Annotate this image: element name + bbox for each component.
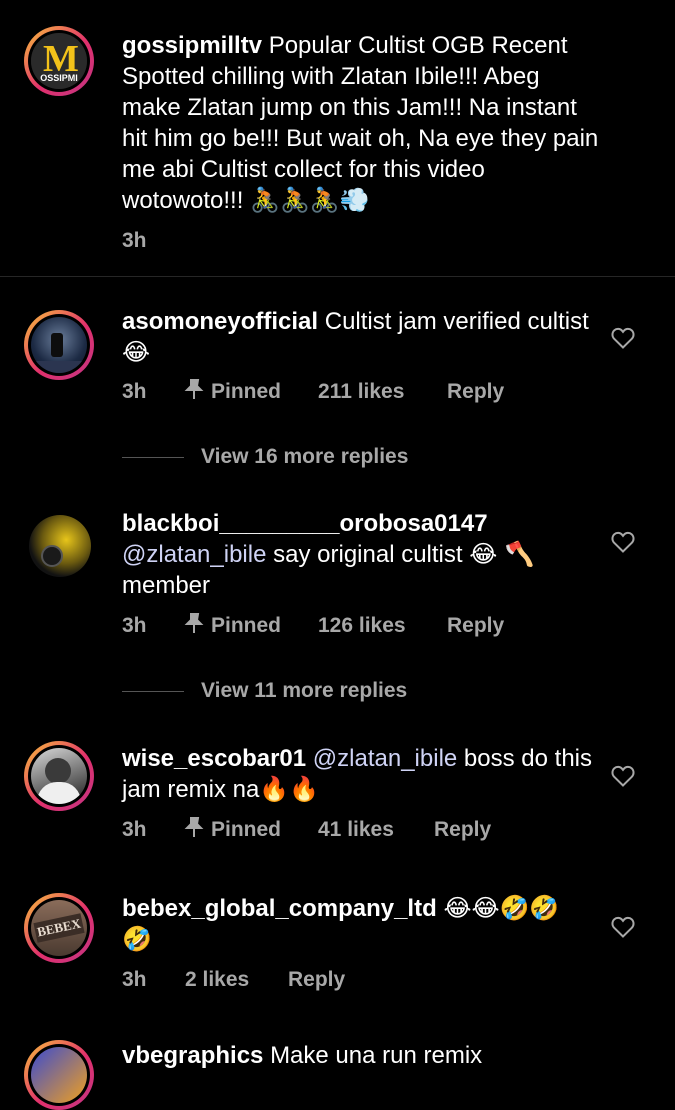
likes-count[interactable]: 126 likes — [318, 611, 406, 641]
comment-username[interactable]: blackboi_________orobosa0147 — [122, 510, 488, 537]
comment-time: 3h — [122, 380, 147, 403]
comment-text: asomoneyofficial Cultist jam verified cu… — [122, 308, 589, 366]
comment-text: vbegraphics Make una run remix — [122, 1042, 483, 1069]
likes-count[interactable]: 2 likes — [185, 965, 249, 995]
pinned-label: Pinned — [211, 614, 282, 637]
likes-count[interactable]: 211 likes — [318, 377, 404, 407]
caption-divider — [0, 276, 675, 277]
reply-button[interactable]: Reply — [288, 965, 345, 995]
caption-avatar[interactable]: M OSSIPMI — [24, 26, 94, 96]
reply-button[interactable]: Reply — [447, 377, 504, 407]
comment-username[interactable]: wise_escobar01 — [122, 745, 306, 772]
comment-username[interactable]: asomoneyofficial — [122, 308, 318, 335]
mention-link[interactable]: @zlatan_ibile — [313, 745, 457, 772]
like-heart-icon[interactable] — [611, 765, 635, 787]
pin-icon — [184, 612, 204, 643]
pin-icon — [184, 378, 204, 409]
reply-button[interactable]: Reply — [434, 815, 491, 845]
comment-avatar[interactable] — [24, 1040, 94, 1110]
comment-username[interactable]: bebex_global_company_ltd — [122, 895, 437, 922]
comment-time: 3h — [122, 614, 147, 637]
caption-emojis: 🚴🚴🚴💨 — [250, 186, 370, 214]
comment-avatar[interactable] — [24, 310, 94, 380]
pinned-label: Pinned — [211, 818, 282, 841]
comment-username[interactable]: vbegraphics — [122, 1042, 263, 1069]
view-more-replies[interactable]: View 11 more replies — [122, 676, 442, 706]
comment-time: 3h — [122, 968, 147, 991]
caption-time: 3h — [122, 229, 147, 252]
view-more-replies[interactable]: View 16 more replies — [122, 442, 442, 472]
reply-button[interactable]: Reply — [447, 611, 504, 641]
comment-avatar[interactable]: BEBEX — [24, 893, 94, 963]
comment-time: 3h — [122, 818, 147, 841]
gossipmill-logo: M OSSIPMI — [31, 33, 87, 89]
likes-count[interactable]: 41 likes — [318, 815, 394, 845]
like-heart-icon[interactable] — [611, 327, 635, 349]
caption-text: gossipmilltv Popular Cultist OGB Recent … — [122, 30, 602, 216]
comment-avatar[interactable] — [24, 510, 94, 580]
like-heart-icon[interactable] — [611, 916, 635, 938]
comment-text: wise_escobar01 @zlatan_ibile boss do thi… — [122, 745, 592, 803]
comment-text: bebex_global_company_ltd 😂😂🤣🤣 🤣 — [122, 894, 560, 953]
comment-avatar[interactable] — [24, 741, 94, 811]
caption-username[interactable]: gossipmilltv — [122, 32, 262, 59]
comment-text: blackboi_________orobosa0147 @zlatan_ibi… — [122, 510, 535, 599]
pin-icon — [184, 816, 204, 847]
pinned-label: Pinned — [211, 380, 282, 403]
like-heart-icon[interactable] — [611, 531, 635, 553]
bebex-logo: BEBEX — [33, 913, 85, 943]
mention-link[interactable]: @zlatan_ibile — [122, 541, 266, 568]
